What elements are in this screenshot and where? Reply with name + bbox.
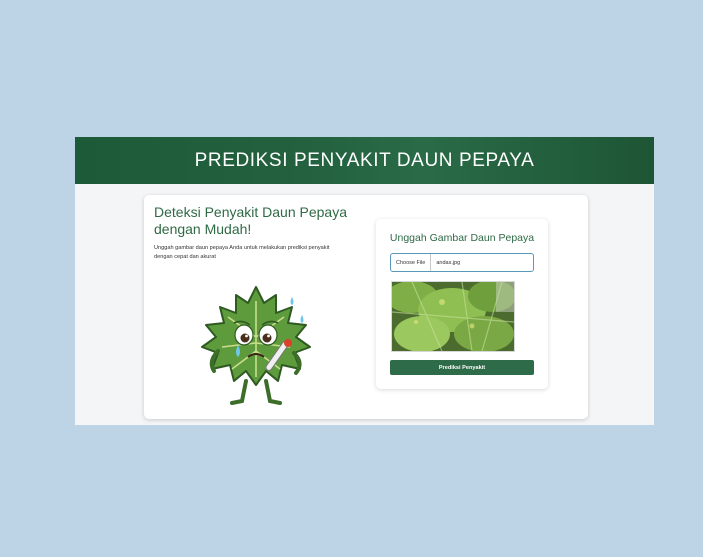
- leaf-image-preview: [391, 281, 515, 352]
- upload-title: Unggah Gambar Daun Pepaya: [389, 232, 535, 244]
- app-window: PREDIKSI PENYAKIT DAUN PEPAYA Deteksi Pe…: [75, 137, 654, 425]
- choose-file-button[interactable]: Choose File: [391, 254, 432, 271]
- upload-panel: Unggah Gambar Daun Pepaya Choose File an…: [376, 219, 548, 389]
- papaya-leaf-mascot-illustration: [201, 286, 311, 405]
- intro-description: Unggah gambar daun pepaya Anda untuk mel…: [154, 245, 330, 260]
- selected-file-name: andas.jpg: [436, 259, 461, 266]
- file-input[interactable]: Choose File andas.jpg: [390, 253, 534, 272]
- predict-button[interactable]: Prediksi Penyakit: [390, 360, 534, 375]
- intro-title: Deteksi Penyakit Daun Pepaya dengan Muda…: [154, 204, 347, 237]
- main-card: Deteksi Penyakit Daun Pepaya dengan Muda…: [144, 195, 588, 419]
- page-title: PREDIKSI PENYAKIT DAUN PEPAYA: [194, 149, 535, 171]
- page-header: PREDIKSI PENYAKIT DAUN PEPAYA: [75, 137, 654, 184]
